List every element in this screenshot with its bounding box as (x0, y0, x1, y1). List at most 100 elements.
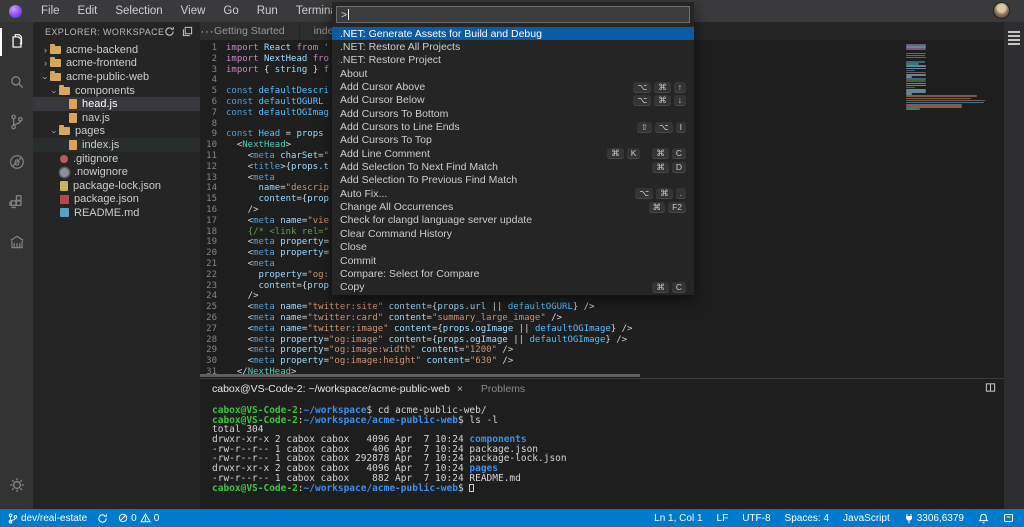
keybinding: ⌘C (640, 282, 686, 293)
keybinding: ⌘D (640, 162, 686, 173)
git-icon (60, 155, 68, 163)
menu-item-view[interactable]: View (172, 0, 215, 22)
file-label: .gitignore (73, 153, 118, 165)
collapse-folders-icon[interactable] (182, 26, 193, 37)
folder-icon (50, 59, 61, 67)
tree-item-nav-js[interactable]: nav.js (33, 111, 200, 125)
command-item[interactable]: Copy⌘C (332, 281, 694, 294)
command-item[interactable]: Add Line Comment⌘K⌘C (332, 147, 694, 160)
npm-icon (60, 195, 69, 204)
search-icon[interactable] (0, 62, 33, 102)
terminal-tab[interactable]: cabox@VS-Code-2: ~/workspace/acme-public… (212, 383, 463, 395)
tree-item-readme-md[interactable]: README.md (33, 206, 200, 220)
feedback-icon[interactable] (1003, 513, 1014, 523)
command-item-label: Add Cursor Below (340, 94, 621, 106)
command-item[interactable]: Add Cursors to Line Ends⇧⌥I (332, 120, 694, 133)
explorer-title: EXPLORER: WORKSPACE (45, 27, 164, 37)
command-item[interactable]: .NET: Generate Assets for Build and Debu… (332, 27, 694, 40)
menu-item-go[interactable]: Go (214, 0, 247, 22)
horizontal-scrollbar[interactable] (200, 374, 640, 377)
command-item-label: .NET: Restore Project (340, 54, 686, 66)
ports-indicator[interactable]: 3306,6379 (904, 513, 964, 524)
close-terminal-icon[interactable]: × (457, 384, 463, 395)
keybinding: ⌘K⌘C (595, 148, 686, 159)
explorer-header: EXPLORER: WORKSPACE ··· (33, 22, 200, 41)
error-count: 0 (131, 513, 137, 524)
tree-item-head-js[interactable]: head.js (33, 97, 200, 111)
git-branch-indicator[interactable]: dev/real-estate (8, 513, 87, 524)
sync-button[interactable] (97, 513, 108, 524)
command-item[interactable]: Change All Occurrences⌘F2 (332, 200, 694, 213)
tree-item--gitignore[interactable]: .gitignore (33, 152, 200, 166)
status-bar: dev/real-estate 0 0 Ln 1, Col 1 LF UTF-8… (0, 509, 1024, 527)
command-query: > (341, 9, 347, 21)
command-item-label: Add Selection To Next Find Match (340, 161, 640, 173)
command-item-label: Copy (340, 281, 640, 293)
cursor-position[interactable]: Ln 1, Col 1 (654, 513, 702, 524)
terminal-line: cabox@VS-Code-2:~/workspace/acme-public-… (212, 484, 1004, 494)
command-item[interactable]: Auto Fix...⌥⌘. (332, 187, 694, 200)
chevron-icon: › (50, 87, 60, 96)
menu-item-edit[interactable]: Edit (69, 0, 107, 22)
command-item[interactable]: .NET: Restore All Projects (332, 40, 694, 53)
tree-item-acme-public-web[interactable]: ›acme-public-web (33, 70, 200, 84)
command-item-label: Clear Command History (340, 228, 686, 240)
code-line: 29 <meta property="og:image:width" conte… (200, 345, 1004, 356)
command-item[interactable]: Add Selection To Next Find Match⌘D (332, 160, 694, 173)
language-indicator[interactable]: JavaScript (843, 513, 890, 524)
extensions-icon[interactable] (0, 182, 33, 222)
command-input[interactable]: > (336, 6, 690, 23)
tree-item-acme-frontend[interactable]: ›acme-frontend (33, 57, 200, 71)
explorer-icon[interactable] (0, 22, 33, 62)
menu-item-selection[interactable]: Selection (106, 0, 171, 22)
problems-tab[interactable]: Problems (481, 383, 525, 395)
containers-icon[interactable] (0, 222, 33, 262)
file-label: README.md (74, 207, 139, 219)
command-item-label: Check for clangd language server update (340, 214, 686, 226)
file-label: acme-frontend (66, 57, 137, 69)
command-item[interactable]: Add Cursors To Bottom (332, 107, 694, 120)
problems-indicator[interactable]: 0 0 (118, 513, 159, 524)
source-control-icon[interactable] (0, 102, 33, 142)
command-item[interactable]: Close (332, 241, 694, 254)
command-item[interactable]: .NET: Restore Project (332, 54, 694, 67)
command-item[interactable]: Add Selection To Previous Find Match (332, 174, 694, 187)
command-item[interactable]: Clear Command History (332, 227, 694, 240)
debug-icon[interactable] (0, 142, 33, 182)
gear-file-icon (60, 168, 69, 177)
refresh-explorer-icon[interactable] (164, 26, 175, 37)
tab-getting-started[interactable]: Getting Started (200, 22, 299, 40)
tree-item-package-json[interactable]: package.json (33, 193, 200, 207)
panel-split-icon[interactable] (985, 380, 996, 398)
tree-item-acme-backend[interactable]: ›acme-backend (33, 43, 200, 57)
outline-menu-icon[interactable] (1008, 31, 1020, 47)
tree-item-components[interactable]: ›components (33, 84, 200, 98)
js-file-icon (69, 99, 77, 109)
command-item[interactable]: Compare: Select for Compare (332, 267, 694, 280)
tree-item-pages[interactable]: ›pages (33, 125, 200, 139)
command-item[interactable]: Add Cursors To Top (332, 134, 694, 147)
encoding-indicator[interactable]: UTF-8 (742, 513, 770, 524)
file-label: package-lock.json (73, 180, 161, 192)
right-rail (1004, 22, 1024, 509)
command-item[interactable]: Check for clangd language server update (332, 214, 694, 227)
command-item[interactable]: Add Cursor Below⌥⌘↓ (332, 94, 694, 107)
tree-item-package-lock-json[interactable]: package-lock.json (33, 179, 200, 193)
menu-item-file[interactable]: File (32, 0, 69, 22)
eol-indicator[interactable]: LF (717, 513, 729, 524)
command-item[interactable]: Add Cursor Above⌥⌘↑ (332, 80, 694, 93)
settings-gear-icon[interactable] (0, 465, 33, 505)
indentation-indicator[interactable]: Spaces: 4 (785, 513, 829, 524)
command-item[interactable]: About (332, 67, 694, 80)
menu-item-run[interactable]: Run (248, 0, 287, 22)
terminal[interactable]: cabox@VS-Code-2:~/workspace$ cd acme-pub… (200, 399, 1004, 493)
command-item[interactable]: Commit (332, 254, 694, 267)
tree-item-index-js[interactable]: index.js (33, 138, 200, 152)
minimap[interactable] (906, 44, 992, 110)
tree-item--nowignore[interactable]: .nowignore (33, 165, 200, 179)
notifications-bell-icon[interactable] (978, 513, 989, 524)
more-actions-icon[interactable]: ··· (200, 28, 214, 36)
terminal-cursor (469, 484, 474, 492)
command-item-label: Commit (340, 255, 686, 267)
user-avatar[interactable] (993, 2, 1010, 19)
